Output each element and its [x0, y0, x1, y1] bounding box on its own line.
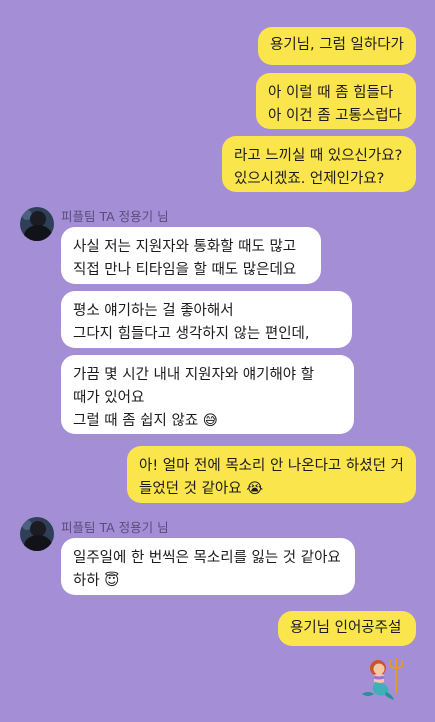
message-bubble-outgoing[interactable]: 라고 느끼실 때 있으신가요? 있으시겠죠. 언제인가요?: [222, 136, 416, 192]
message-bubble-incoming[interactable]: 가끔 몇 시간 내내 지원자와 얘기해야 할 때가 있어요 그럴 때 좀 쉽지 …: [61, 355, 354, 434]
avatar-body: [24, 535, 52, 551]
message-bubble-outgoing[interactable]: 용기님 인어공주설: [278, 611, 416, 646]
message-bubble-outgoing[interactable]: 용기님, 그럼 일하다가: [258, 27, 416, 65]
sender-name: 피플팀 TA 정용기 님: [61, 209, 169, 224]
message-bubble-incoming[interactable]: 사실 저는 지원자와 통화할 때도 많고 직접 만나 티타임을 할 때도 많은데…: [61, 227, 321, 284]
avatar-body: [24, 225, 52, 241]
sender-name: 피플팀 TA 정용기 님: [61, 520, 169, 535]
mermaid-icon[interactable]: [358, 654, 406, 702]
message-bubble-incoming[interactable]: 일주일에 한 번씩은 목소리를 잃는 것 같아요 하하 😇: [61, 538, 355, 595]
sender-avatar[interactable]: [20, 207, 54, 241]
message-bubble-outgoing[interactable]: 아! 얼마 전에 목소리 안 나온다고 하셨던 거 들었던 것 같아요 😭: [127, 446, 416, 503]
message-bubble-outgoing[interactable]: 아 이럴 때 좀 힘들다 아 이건 좀 고통스럽다: [256, 73, 416, 129]
message-bubble-incoming[interactable]: 평소 얘기하는 걸 좋아해서 그다지 힘들다고 생각하지 않는 편인데,: [61, 291, 352, 348]
sender-avatar[interactable]: [20, 517, 54, 551]
